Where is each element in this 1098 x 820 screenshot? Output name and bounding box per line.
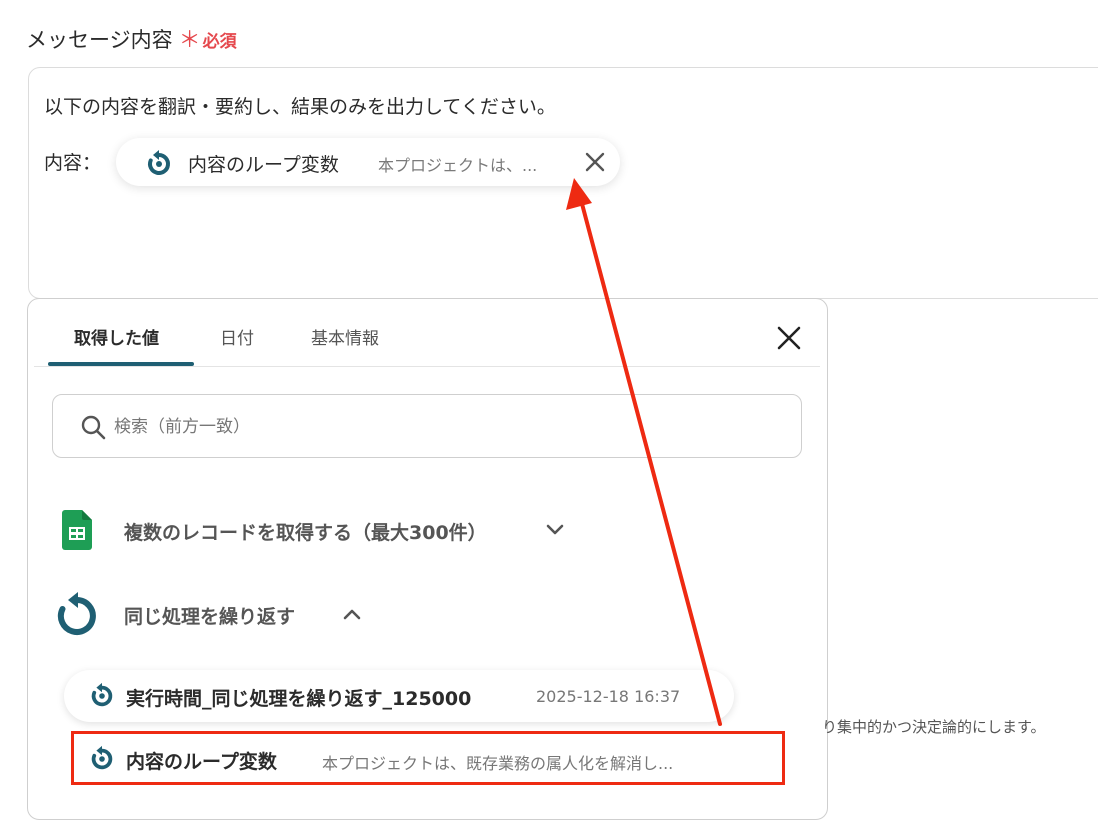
chevron-down-icon (546, 524, 564, 535)
chip-preview: 本プロジェクトは、... (378, 156, 538, 175)
loop-icon (91, 682, 113, 707)
loop-icon (148, 150, 170, 175)
google-sheets-icon (62, 510, 92, 550)
loop-icon (57, 592, 96, 635)
variable-chip[interactable]: 内容のループ変数 本プロジェクトは、... (116, 138, 620, 186)
section-title-get-records: 複数のレコードを取得する（最大300件） (124, 522, 487, 544)
highlight-box (71, 731, 785, 785)
required-text: 必須 (202, 32, 237, 52)
tab-date[interactable]: 日付 (220, 324, 254, 349)
item-name: 実行時間_同じ処理を繰り返す_125000 (126, 688, 472, 710)
list-item[interactable]: 実行時間_同じ処理を繰り返す_125000 2025-12-18 16:37 (64, 670, 734, 722)
section-get-records[interactable]: 複数のレコードを取得する（最大300件） (56, 506, 576, 554)
tab-divider (34, 366, 820, 367)
required-mark: ＊ (178, 28, 201, 53)
section-title-loop: 同じ処理を繰り返す (124, 606, 296, 628)
tab-acquired-values[interactable]: 取得した値 (74, 324, 159, 349)
close-icon[interactable] (776, 325, 802, 351)
chip-remove-icon[interactable] (584, 151, 606, 173)
background-description-text: り集中的かつ決定論的にします。 (822, 718, 1046, 736)
chevron-up-icon (343, 609, 361, 620)
section-loop[interactable]: 同じ処理を繰り返す (56, 590, 376, 638)
search-icon (81, 415, 106, 440)
item-meta: 2025-12-18 16:37 (536, 687, 681, 706)
tab-basic-info[interactable]: 基本情報 (311, 324, 379, 349)
message-prefix: 内容： (44, 152, 102, 174)
field-label: メッセージ内容＊必須 (26, 22, 237, 54)
field-label-text: メッセージ内容 (26, 28, 173, 52)
chip-name: 内容のループ変数 (188, 154, 339, 176)
search-input[interactable] (112, 404, 776, 450)
message-line-1: 以下の内容を翻訳・要約し、結果のみを出力してください。 (44, 96, 556, 118)
